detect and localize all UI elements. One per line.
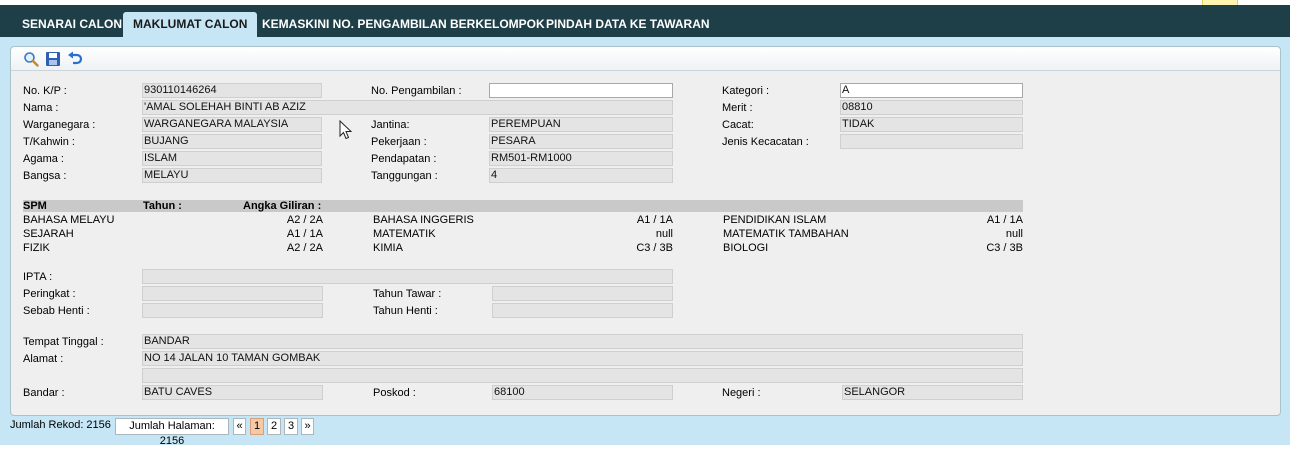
spm-angka-label: Angka Giliran : <box>243 200 322 212</box>
mouse-cursor-icon <box>339 120 353 140</box>
pendapatan-label: Pendapatan : <box>371 153 437 165</box>
tahunhenti-label: Tahun Henti : <box>373 305 438 317</box>
alamat-line2-field <box>142 368 1023 383</box>
warganegara-label: Warganegara : <box>23 119 96 131</box>
bangsa-field: MELAYU <box>142 168 322 183</box>
jumlah-halaman: Jumlah Halaman: 2156 <box>115 418 229 447</box>
bandar-field: BATU CAVES <box>142 385 323 400</box>
negeri-label: Negeri : <box>722 387 761 399</box>
spm-title: SPM <box>23 200 47 212</box>
page-button-current[interactable]: 1 <box>250 418 264 435</box>
tahuntawar-label: Tahun Tawar : <box>373 288 442 300</box>
subject-grade: A1 / 1A <box>986 214 1023 226</box>
pekerjaan-field: PESARA <box>489 134 673 149</box>
subject-name: SEJARAH <box>23 228 74 240</box>
cacat-field: TIDAK <box>840 117 1023 132</box>
bandar-label: Bandar : <box>23 387 65 399</box>
pendapatan-field: RM501-RM1000 <box>489 151 673 166</box>
tab-bar: SENARAI CALON MAKLUMAT CALON KEMASKINI N… <box>0 5 1290 37</box>
spm-header: SPM Tahun : Angka Giliran : <box>23 200 1023 212</box>
save-icon[interactable] <box>45 51 61 67</box>
subject-name: BIOLOGI <box>723 242 769 254</box>
jeniskecacatan-label: Jenis Kecacatan : <box>722 136 809 148</box>
negeri-field: SELANGOR <box>842 385 1023 400</box>
bangsa-label: Bangsa : <box>23 170 67 182</box>
spm-tahun-label: Tahun : <box>143 200 182 212</box>
ipta-label: IPTA : <box>23 271 53 283</box>
poskod-label: Poskod : <box>373 387 416 399</box>
subject-name: BAHASA INGGERIS <box>373 214 474 226</box>
peringkat-field <box>142 286 323 301</box>
tab-senarai-calon[interactable]: SENARAI CALON <box>12 12 132 37</box>
subject-grade: A1 / 1A <box>636 214 673 226</box>
sebabhenti-field <box>142 303 323 318</box>
kategori-label: Kategori : <box>722 85 770 97</box>
sebabhenti-label: Sebab Henti : <box>23 305 90 317</box>
next-page-button[interactable]: » <box>301 418 314 435</box>
subject-name: MATEMATIK TAMBAHAN <box>723 228 849 240</box>
app-root: SENARAI CALON MAKLUMAT CALON KEMASKINI N… <box>0 0 1290 450</box>
subject-grade: A2 / 2A <box>286 242 323 254</box>
nokp-field: 930110146264 <box>142 83 322 98</box>
jeniskecacatan-field <box>840 134 1023 149</box>
subject-name: BAHASA MELAYU <box>23 214 115 226</box>
search-icon[interactable] <box>23 51 39 67</box>
nopengambilan-input[interactable] <box>489 83 673 98</box>
alamat-label: Alamat : <box>23 353 64 365</box>
nama-field: 'AMAL SOLEHAH BINTI AB AZIZ <box>142 100 673 115</box>
subject-grade: A2 / 2A <box>286 214 323 226</box>
page-button[interactable]: 3 <box>284 418 298 435</box>
cacat-label: Cacat: <box>722 119 754 131</box>
prev-page-button[interactable]: « <box>233 418 246 435</box>
tempat-field: BANDAR <box>142 334 1023 349</box>
nopengambilan-label: No. Pengambilan : <box>371 85 462 97</box>
tab-maklumat-calon[interactable]: MAKLUMAT CALON <box>123 12 258 37</box>
subject-grade: null <box>655 228 673 240</box>
ipta-field <box>142 269 673 284</box>
tempat-label: Tempat Tinggal : <box>23 336 104 348</box>
merit-field: 08810 <box>840 100 1023 115</box>
subject-name: FIZIK <box>23 242 50 254</box>
content-shell: No. K/P : 930110146264 Nama : 'AMAL SOLE… <box>0 37 1290 447</box>
tanggungan-label: Tanggungan : <box>371 170 438 182</box>
subject-grade: A1 / 1A <box>286 228 323 240</box>
tab-kemaskini-no-pengambilan[interactable]: KEMASKINI NO. PENGAMBILAN BERKELOMPOK <box>252 12 555 37</box>
jantina-field: PEREMPUAN <box>489 117 673 132</box>
warganegara-field: WARGANEGARA MALAYSIA <box>142 117 322 132</box>
pekerjaan-label: Pekerjaan : <box>371 136 427 148</box>
nokp-label: No. K/P : <box>23 85 67 97</box>
undo-icon[interactable] <box>67 51 83 67</box>
tab-pindah-data[interactable]: PINDAH DATA KE TAWARAN <box>536 12 720 37</box>
candidate-panel: No. K/P : 930110146264 Nama : 'AMAL SOLE… <box>10 46 1281 416</box>
subject-name: PENDIDIKAN ISLAM <box>723 214 827 226</box>
tanggungan-field: 4 <box>489 168 673 183</box>
nama-label: Nama : <box>23 102 59 114</box>
tahunhenti-field <box>492 303 673 318</box>
subject-grade: C3 / 3B <box>986 242 1023 254</box>
jantina-label: Jantina: <box>371 119 410 131</box>
jumlah-rekod: Jumlah Rekod: 2156 <box>10 419 111 431</box>
toolbar <box>11 47 1280 71</box>
peringkat-label: Peringkat : <box>23 288 76 300</box>
agama-field: ISLAM <box>142 151 322 166</box>
page-button[interactable]: 2 <box>267 418 281 435</box>
tahuntawar-field <box>492 286 673 301</box>
tkahwin-field: BUJANG <box>142 134 322 149</box>
poskod-field: 68100 <box>492 385 673 400</box>
subject-grade: null <box>1005 228 1023 240</box>
agama-label: Agama : <box>23 153 64 165</box>
subject-name: MATEMATIK <box>373 228 436 240</box>
merit-label: Merit : <box>722 102 753 114</box>
kategori-input[interactable]: A <box>840 83 1023 98</box>
tkahwin-label: T/Kahwin : <box>23 136 75 148</box>
alamat-line1-field: NO 14 JALAN 10 TAMAN GOMBAK <box>142 351 1023 366</box>
subject-name: KIMIA <box>373 242 403 254</box>
subject-grade: C3 / 3B <box>636 242 673 254</box>
